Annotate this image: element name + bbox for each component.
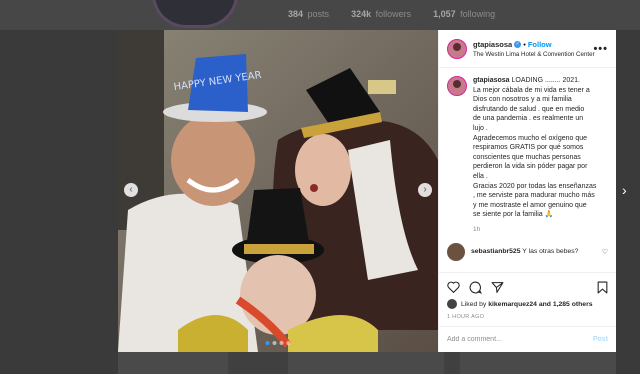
comment: sebastianbr525 Y las otras bebes? ♡	[447, 242, 608, 261]
backdrop-right[interactable]	[616, 30, 640, 374]
caption-line: LOADING ........ 2021.	[511, 77, 581, 84]
woman-face	[295, 134, 351, 206]
grid-thumb	[118, 352, 228, 374]
backdrop-left[interactable]	[0, 30, 118, 374]
child-hat	[246, 188, 310, 248]
heart-icon[interactable]	[447, 281, 460, 293]
header-separator: •	[523, 40, 526, 49]
comment-text: sebastianbr525 Y las otras bebes?	[471, 248, 602, 255]
caption-line: La mejor cábala de mi vida es tener a	[473, 86, 590, 94]
carousel-dot[interactable]	[272, 341, 277, 345]
caption-line: perdieron la vida sin póder pagar por	[473, 163, 588, 171]
caption-line: disfrutando de salud . que en medio	[473, 105, 585, 113]
post-photo[interactable]: HAPPY NEW YEAR ‹ ›	[118, 30, 438, 352]
header-row: gtapiasosa ✓ • Follow	[473, 40, 593, 49]
carousel-dot[interactable]	[286, 341, 291, 345]
child-hat-band	[244, 244, 314, 254]
avatar[interactable]	[447, 242, 465, 261]
carousel-dot[interactable]	[279, 341, 284, 345]
grid-thumb	[460, 352, 616, 374]
follow-button[interactable]: Follow	[528, 40, 552, 49]
comment-body: Y las otras bebes?	[522, 248, 579, 256]
post-comment-button[interactable]: Post	[593, 336, 608, 343]
post-sidebar: gtapiasosa ✓ • Follow The Westin Lima Ho…	[438, 30, 616, 352]
profile-stats: 384 posts 324k followers 1,057 following	[288, 9, 495, 19]
stat-posts[interactable]: 384 posts	[288, 9, 329, 19]
caption-line: Dios con nosotros y a mi familia	[473, 96, 572, 104]
chevron-right-icon[interactable]: ›	[418, 183, 432, 197]
share-icon[interactable]	[491, 281, 504, 294]
action-bar: Liked by kikemarquez24 and 1,285 others …	[439, 272, 616, 320]
caption-text: gtapiasosa LOADING ........ 2021. La mej…	[473, 76, 596, 220]
comment-input[interactable]	[447, 336, 593, 343]
caption-username[interactable]: gtapiasosa	[473, 77, 510, 84]
stat-followers[interactable]: 324k followers	[351, 9, 411, 19]
grid-thumb	[288, 352, 444, 374]
post-modal: HAPPY NEW YEAR ‹ › gtapiasosa ✓ • Follow…	[118, 30, 616, 352]
caption-line: respiramos GRATIS por qué somos	[473, 144, 584, 152]
caption-line: , me serviste para madurar mucho más	[473, 192, 595, 200]
caption: gtapiasosa LOADING ........ 2021. La mej…	[447, 76, 608, 220]
likes-prefix: Liked by	[461, 300, 487, 308]
header-text: gtapiasosa ✓ • Follow The Westin Lima Ho…	[473, 40, 595, 58]
more-icon[interactable]: •••	[593, 43, 608, 55]
post-timestamp[interactable]: 1 HOUR AGO	[447, 314, 608, 320]
caption-area: gtapiasosa LOADING ........ 2021. La mej…	[439, 68, 616, 272]
caption-line: Gracias 2020 por todas las enseñanzas	[473, 182, 597, 190]
caption-line: ella .	[473, 172, 488, 180]
comment-username[interactable]: sebastianbr525	[471, 248, 521, 255]
likes-user[interactable]: kikemarquez24	[488, 301, 537, 308]
caption-line: lujo .	[473, 124, 488, 132]
stat-following[interactable]: 1,057 following	[433, 9, 495, 19]
post-header: gtapiasosa ✓ • Follow The Westin Lima Ho…	[439, 30, 616, 68]
caption-line: se siente por la familia 🙏	[473, 211, 554, 219]
likes-summary: Liked by kikemarquez24 and 1,285 others	[447, 299, 608, 309]
caption-line: de una pandemia . es realmente un	[473, 115, 584, 123]
avatar	[447, 299, 457, 309]
bookmark-icon[interactable]	[597, 281, 608, 294]
chevron-left-icon[interactable]: ‹	[124, 183, 138, 197]
caption-time: 1h	[473, 225, 481, 233]
avatar[interactable]	[447, 39, 467, 59]
caption-line: y me mostraste el amor genuino que	[473, 201, 587, 209]
verified-icon: ✓	[514, 41, 522, 48]
caption-line: Agradecemos mucho el oxígeno que	[473, 134, 588, 142]
comment-icon[interactable]	[469, 281, 482, 294]
post-location[interactable]: The Westin Lima Hotel & Convention Cente…	[473, 51, 595, 58]
action-icons	[447, 279, 608, 295]
likes-others[interactable]: and 1,285 others	[539, 301, 593, 308]
woman-mouth	[310, 184, 318, 192]
carousel-dots	[265, 341, 291, 345]
carousel-dot[interactable]	[265, 341, 270, 345]
wall-light	[368, 80, 396, 94]
caption-line: conscientes que muchas personas	[473, 153, 581, 161]
heart-icon[interactable]: ♡	[602, 248, 608, 256]
avatar[interactable]	[447, 76, 467, 96]
photo-illustration: HAPPY NEW YEAR	[118, 30, 438, 352]
chevron-right-icon[interactable]: ›	[622, 182, 627, 198]
add-comment-bar: Post	[439, 326, 616, 352]
post-username[interactable]: gtapiasosa	[473, 40, 512, 49]
